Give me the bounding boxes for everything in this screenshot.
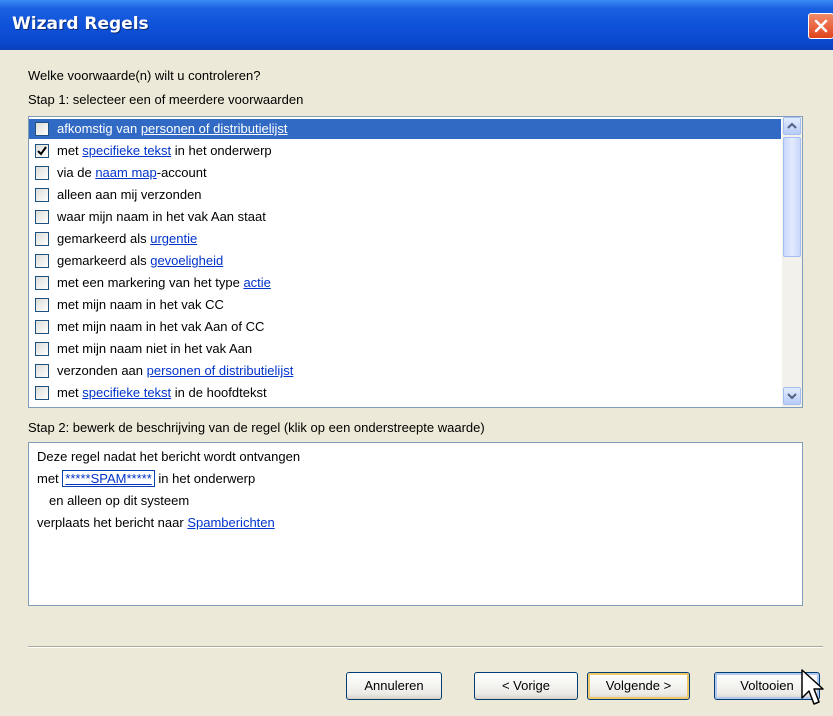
- desc-line-1: Deze regel nadat het bericht wordt ontva…: [37, 449, 301, 464]
- spam-text-value[interactable]: *****SPAM*****: [62, 470, 155, 487]
- condition-row[interactable]: met een markering van het type actie: [29, 273, 784, 295]
- condition-text-prefix: met een markering van het type: [57, 275, 244, 290]
- condition-text-suffix: in de hoofdtekst: [171, 385, 267, 400]
- condition-link[interactable]: actie: [243, 275, 270, 290]
- close-button[interactable]: [808, 13, 833, 39]
- condition-link[interactable]: urgentie: [150, 231, 197, 246]
- condition-checkbox[interactable]: [35, 276, 49, 290]
- condition-text-prefix: via de: [57, 165, 96, 180]
- desc-line-2-prefix: met: [37, 471, 63, 486]
- condition-checkbox[interactable]: [35, 232, 49, 246]
- mouse-cursor-icon: [801, 669, 824, 705]
- heading: Welke voorwaarde(n) wilt u controleren?: [28, 68, 261, 83]
- condition-checkbox[interactable]: [35, 320, 49, 334]
- cancel-button[interactable]: Annuleren: [346, 672, 442, 700]
- desc-line-2-suffix: in het onderwerp: [154, 471, 256, 486]
- condition-text: met specifieke tekst in de hoofdtekst: [57, 385, 267, 400]
- step1-label: Stap 1: selecteer een of meerdere voorwa…: [28, 92, 304, 107]
- desc-line-4: verplaats het bericht naar Spamberichten: [37, 515, 275, 530]
- desc-line-4-prefix: verplaats het bericht naar: [37, 515, 188, 530]
- condition-text: waar mijn naam in het vak Aan staat: [57, 209, 266, 224]
- condition-row[interactable]: met mijn naam in het vak Aan of CC: [29, 317, 784, 339]
- condition-text-prefix: verzonden aan: [57, 363, 147, 378]
- condition-checkbox[interactable]: [35, 122, 49, 136]
- condition-row[interactable]: waar mijn naam in het vak Aan staat: [29, 207, 784, 229]
- condition-text-prefix: alleen aan mij verzonden: [57, 187, 202, 202]
- condition-text: met specifieke tekst in het onderwerp: [57, 143, 272, 158]
- rule-description: Deze regel nadat het bericht wordt ontva…: [28, 442, 803, 606]
- back-button[interactable]: < Vorige: [474, 672, 578, 700]
- condition-link[interactable]: gevoeligheid: [150, 253, 223, 268]
- condition-checkbox[interactable]: [35, 298, 49, 312]
- condition-text-prefix: met mijn naam niet in het vak Aan: [57, 341, 253, 356]
- condition-text: gemarkeerd als urgentie: [57, 231, 197, 246]
- step2-label: Stap 2: bewerk de beschrijving van de re…: [28, 420, 485, 435]
- condition-link[interactable]: specifieke tekst: [82, 143, 171, 158]
- condition-row[interactable]: met specifieke tekst in het onderwerp: [29, 141, 784, 163]
- condition-text-prefix: waar mijn naam in het vak Aan staat: [57, 209, 266, 224]
- condition-row[interactable]: met mijn naam in het vak CC: [29, 295, 784, 317]
- scroll-thumb[interactable]: [783, 137, 801, 257]
- condition-text: via de naam map-account: [57, 165, 207, 180]
- condition-checkbox[interactable]: [35, 188, 49, 202]
- condition-row[interactable]: afkomstig van personen of distributielij…: [29, 119, 784, 141]
- condition-checkbox[interactable]: [35, 254, 49, 268]
- condition-text-prefix: met: [57, 385, 83, 400]
- next-button[interactable]: Volgende >: [587, 672, 690, 700]
- condition-text: gemarkeerd als gevoeligheid: [57, 253, 223, 268]
- close-icon: [814, 19, 828, 33]
- desc-line-2: met *****SPAM***** in het onderwerp: [37, 470, 256, 487]
- condition-checkbox[interactable]: [35, 144, 49, 158]
- condition-text: verzonden aan personen of distributielij…: [57, 363, 293, 378]
- separator: [28, 646, 823, 648]
- conditions-list[interactable]: afkomstig van personen of distributielij…: [28, 116, 803, 408]
- condition-text-prefix: gemarkeerd als: [57, 253, 151, 268]
- condition-text-prefix: met mijn naam in het vak Aan of CC: [57, 319, 265, 334]
- condition-checkbox[interactable]: [35, 364, 49, 378]
- condition-row[interactable]: met specifieke tekst in de hoofdtekst: [29, 383, 784, 405]
- condition-text: met mijn naam niet in het vak Aan: [57, 341, 252, 356]
- folder-link[interactable]: Spamberichten: [187, 515, 274, 530]
- condition-link[interactable]: naam map: [95, 165, 156, 180]
- condition-checkbox[interactable]: [35, 342, 49, 356]
- condition-text: met een markering van het type actie: [57, 275, 271, 290]
- condition-link[interactable]: personen of distributielijst: [147, 363, 294, 378]
- condition-text-suffix: in het onderwerp: [171, 143, 272, 158]
- condition-checkbox[interactable]: [35, 166, 49, 180]
- scroll-down-button[interactable]: [783, 387, 801, 405]
- window-title: Wizard Regels: [12, 14, 149, 34]
- condition-link[interactable]: personen of distributielijst: [141, 121, 288, 136]
- condition-text-prefix: gemarkeerd als: [57, 231, 151, 246]
- condition-checkbox[interactable]: [35, 386, 49, 400]
- conditions-scrollbar[interactable]: [782, 117, 802, 407]
- condition-text: alleen aan mij verzonden: [57, 187, 202, 202]
- condition-row[interactable]: via de naam map-account: [29, 163, 784, 185]
- condition-row[interactable]: gemarkeerd als gevoeligheid: [29, 251, 784, 273]
- condition-row[interactable]: verzonden aan personen of distributielij…: [29, 361, 784, 383]
- chevron-up-icon: [787, 122, 797, 129]
- condition-checkbox[interactable]: [35, 210, 49, 224]
- condition-link[interactable]: specifieke tekst: [82, 385, 171, 400]
- condition-text: met mijn naam in het vak Aan of CC: [57, 319, 264, 334]
- scroll-up-button[interactable]: [783, 117, 801, 135]
- chevron-down-icon: [787, 393, 797, 400]
- condition-row[interactable]: alleen aan mij verzonden: [29, 185, 784, 207]
- title-bar[interactable]: Wizard Regels: [0, 0, 833, 50]
- checkmark-icon: [37, 146, 47, 156]
- condition-text: afkomstig van personen of distributielij…: [57, 121, 288, 136]
- condition-row[interactable]: met mijn naam niet in het vak Aan: [29, 339, 784, 361]
- condition-text-suffix: -account: [156, 165, 207, 180]
- desc-line-3: en alleen op dit systeem: [49, 493, 190, 508]
- condition-row[interactable]: gemarkeerd als urgentie: [29, 229, 784, 251]
- condition-text-prefix: met mijn naam in het vak CC: [57, 297, 224, 312]
- condition-text-prefix: met: [57, 143, 83, 158]
- condition-text: met mijn naam in het vak CC: [57, 297, 224, 312]
- condition-text-prefix: afkomstig van: [57, 121, 141, 136]
